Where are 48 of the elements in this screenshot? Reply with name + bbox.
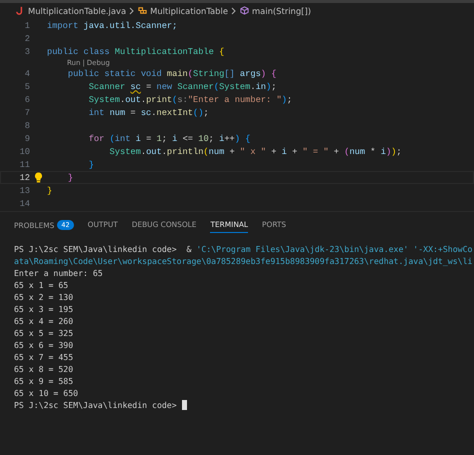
- class-icon: [138, 6, 148, 15]
- code-line: import java.util.Scanner;: [47, 20, 178, 30]
- code-line: Scanner sc = new Scanner(System.in);: [88, 82, 276, 92]
- breadcrumb-item[interactable]: MultiplicationTable: [150, 6, 228, 16]
- line-number: 3: [24, 46, 30, 56]
- line-number: 4: [24, 68, 30, 78]
- code-line: public class MultiplicationTable {: [47, 46, 224, 56]
- chevron-icon: [129, 6, 136, 14]
- terminal-line: 65 x 10 = 650: [14, 387, 78, 399]
- code-line: }: [66, 172, 74, 182]
- terminal-line: 65 x 5 = 325: [14, 327, 74, 339]
- terminal-line: PS J:\2sc SEM\Java\linkedin code> & 'C:\Program Files\Java\jdk-23\bin\java.exe' '-XX:+ShowCo: [14, 243, 472, 255]
- line-number: 12: [18, 172, 30, 182]
- line-number: 13: [18, 186, 30, 196]
- line-number: 7: [24, 108, 30, 118]
- terminal-line: ata\Roaming\Code\User\workspaceStorage\0a785289eb3fe915b8983909fa317263\redhat.java\jdt_ws\li: [14, 255, 472, 267]
- line-number: 8: [24, 120, 30, 130]
- code-line: }: [47, 186, 52, 196]
- terminal-line: 65 x 9 = 585: [14, 375, 74, 387]
- code-line: }: [88, 160, 94, 170]
- line-number: 10: [18, 146, 30, 156]
- chevron-icon: [230, 6, 237, 14]
- line-number: 14: [18, 198, 30, 208]
- code-line: public static void main(String[] args) {: [66, 68, 276, 78]
- lightbulb-icon[interactable]: [34, 172, 43, 183]
- java-file-icon: [16, 6, 25, 15]
- line-number: 9: [24, 134, 30, 144]
- cube-icon: [240, 6, 249, 15]
- line-number: 1: [24, 20, 30, 30]
- code-line: for (int i = 1; i <= 10; i++) {: [88, 134, 250, 144]
- code-line: int num = sc.nextInt();: [88, 108, 209, 118]
- code-line: System.out.println(num + " x " + i + " = " + (num * i));: [108, 146, 402, 156]
- terminal-line: Enter a number: 65: [14, 267, 103, 279]
- breadcrumb-item[interactable]: MultiplicationTable.java: [28, 6, 126, 16]
- line-number: 5: [24, 82, 30, 92]
- terminal-line: 65 x 7 = 455: [14, 351, 74, 363]
- code-line: System.out.print(s:"Enter a number: ");: [88, 94, 292, 104]
- line-number: 11: [18, 160, 30, 170]
- breadcrumb-item[interactable]: main(String[]): [252, 6, 311, 16]
- line-number: 2: [24, 34, 30, 44]
- terminal-line: 65 x 6 = 390: [14, 339, 74, 351]
- terminal-line: PS J:\2sc SEM\Java\linkedin code>: [14, 399, 177, 411]
- terminal-line: 65 x 3 = 195: [14, 303, 74, 315]
- terminal-line: 65 x 8 = 520: [14, 363, 74, 375]
- terminal-line: 65 x 1 = 65: [14, 279, 68, 291]
- terminal-line: 65 x 4 = 260: [14, 315, 74, 327]
- line-number: 6: [24, 94, 30, 104]
- terminal-line: 65 x 2 = 130: [14, 291, 74, 303]
